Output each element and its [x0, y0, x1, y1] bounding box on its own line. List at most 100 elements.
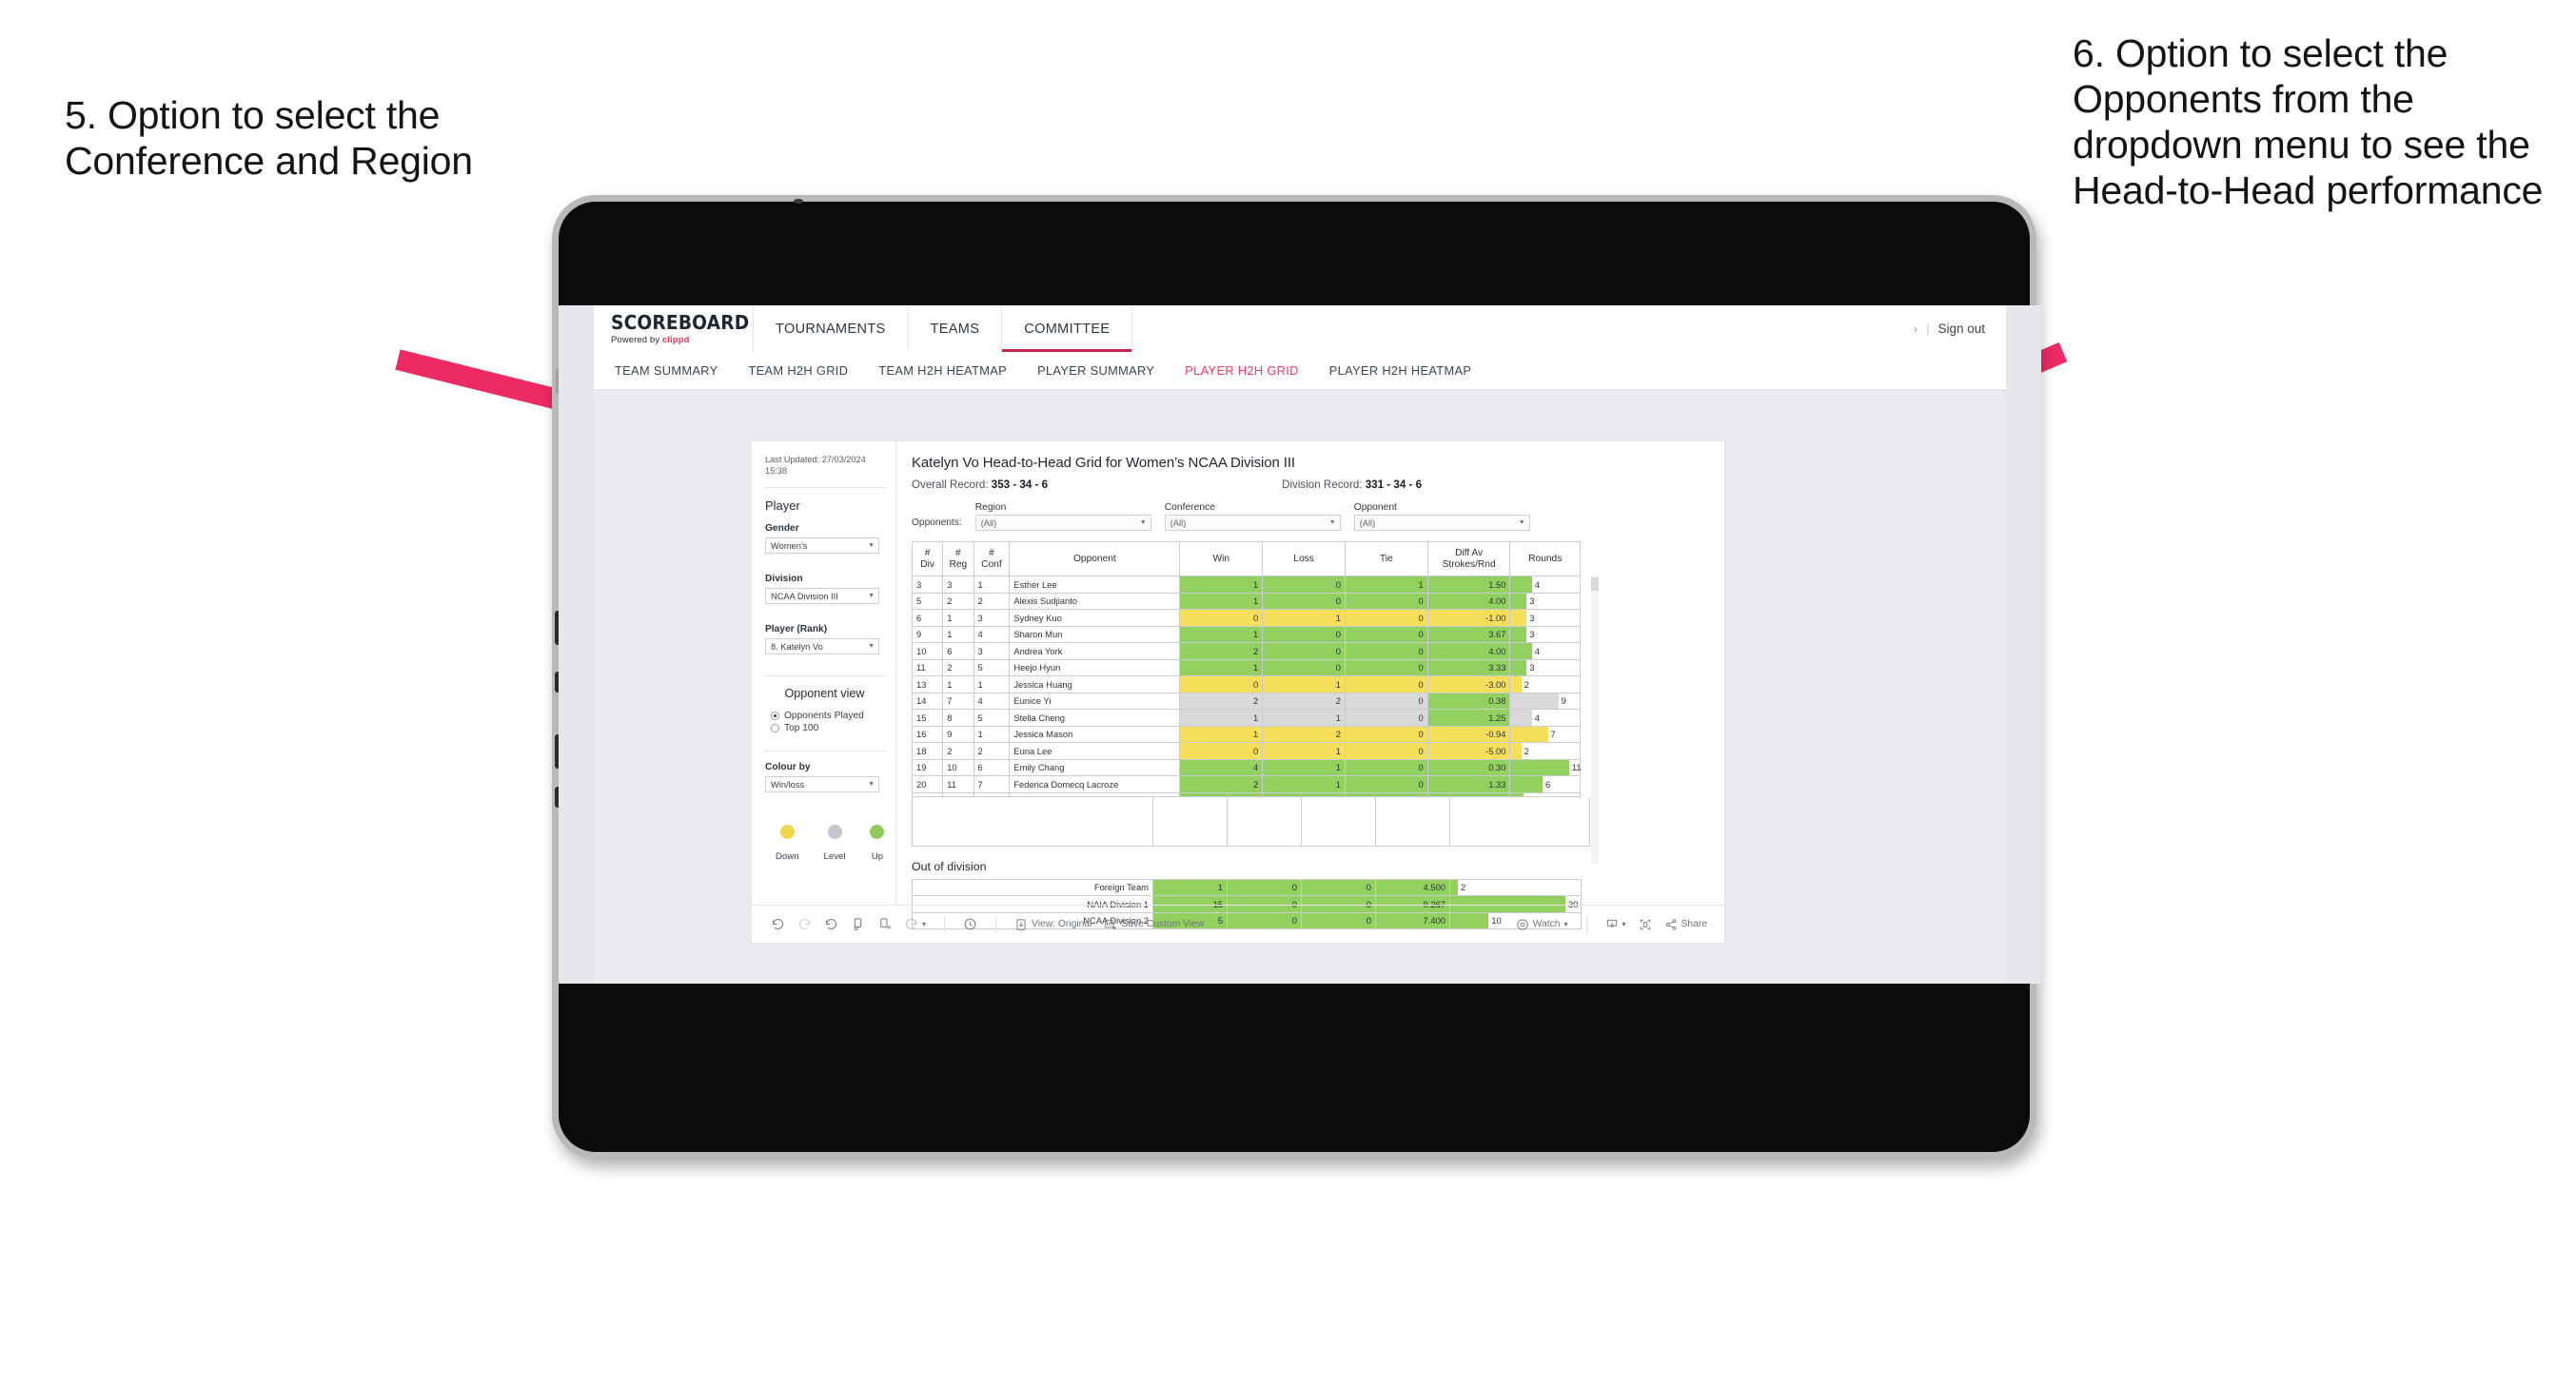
region-select[interactable]: (All) ▼: [974, 515, 1151, 531]
table-cell: Esther Lee: [1009, 576, 1181, 594]
table-cell: 5: [973, 658, 1011, 676]
out-of-division-row[interactable]: Foreign Team 1 0 0 4.500 2: [912, 878, 1582, 896]
table-cell: 1: [1262, 742, 1346, 760]
opponent-select[interactable]: (All) ▼: [1353, 515, 1530, 531]
chevron-down-icon: ▼: [868, 542, 875, 549]
division-record-label: Division Record:: [1282, 478, 1363, 491]
legend-label-down: Down: [776, 851, 799, 862]
tab-player-summary[interactable]: PLAYER SUMMARY: [1037, 363, 1154, 378]
column-header[interactable]: Diff Av Strokes/Rnd: [1426, 541, 1511, 576]
table-cell: -3.00: [1426, 675, 1511, 693]
table-cell: 0: [1262, 658, 1346, 676]
divider: [765, 487, 886, 488]
share-button[interactable]: Share: [1664, 918, 1707, 931]
table-cell: 1: [1262, 675, 1346, 693]
legend-item-up: Up: [870, 825, 885, 862]
table-row[interactable]: 15 8 5 Stella Cheng 1 1 0 1.25 4: [911, 709, 1581, 727]
sign-out-link[interactable]: Sign out: [1937, 322, 1985, 336]
sub-nav: TEAM SUMMARY TEAM H2H GRID TEAM H2H HEAT…: [594, 352, 2006, 390]
legend-swatch-level: [827, 825, 842, 839]
view-original-button[interactable]: View: Original: [1014, 918, 1091, 931]
top-nav-committee[interactable]: COMMITTEE: [1002, 305, 1133, 352]
column-header[interactable]: Loss: [1262, 541, 1346, 576]
revert-button[interactable]: [824, 917, 838, 931]
undo-button[interactable]: [771, 917, 785, 931]
table-row[interactable]: 14 7 4 Eunice Yi 2 2 0 0.38 9: [911, 692, 1581, 710]
table-row[interactable]: 11 2 5 Heejo Hyun 1 0 0 3.33 3: [911, 658, 1581, 676]
table-cell: 4: [1179, 758, 1264, 776]
table-cell: 9: [911, 625, 944, 643]
table-row[interactable]: 20 11 7 Federica Domecq Lacroze 2 1 0 1.33 6: [911, 775, 1581, 793]
legend-item-down: Down: [776, 825, 799, 862]
radio-top-100[interactable]: Top 100: [771, 723, 895, 733]
table-row[interactable]: 6 1 3 Sydney Kuo 0 1 0 -1.00 3: [911, 609, 1581, 627]
gender-value: Women’s: [771, 540, 808, 551]
table-cell: 3: [911, 576, 944, 594]
footer-cell: [1153, 796, 1228, 846]
table-cell: 0: [1344, 709, 1428, 727]
app-logo[interactable]: SCOREBOARD Powered by clippd: [594, 305, 754, 352]
table-cell: 1.25: [1426, 709, 1511, 727]
column-header[interactable]: # Div: [911, 541, 944, 576]
column-header[interactable]: Opponent: [1009, 541, 1181, 576]
column-header[interactable]: Win: [1179, 541, 1264, 576]
table-row[interactable]: 10 6 3 Andrea York 2 0 0 4.00 4: [911, 642, 1581, 660]
table-cell: -1.00: [1426, 609, 1511, 627]
table-row[interactable]: 9 1 4 Sharon Mun 1 0 0 3.67 3: [911, 625, 1581, 643]
watch-button[interactable]: Watch ▾: [1516, 918, 1568, 931]
pause-auto-updates-button[interactable]: [963, 917, 977, 931]
table-scrollbar-track[interactable]: [1591, 576, 1599, 864]
table-cell: Jessica Mason: [1009, 725, 1181, 743]
chevron-down-icon: ▼: [1139, 519, 1147, 526]
table-cell: 13: [911, 675, 944, 693]
table-cell: 0: [1301, 878, 1376, 896]
tab-team-h2h-heatmap[interactable]: TEAM H2H HEATMAP: [878, 363, 1007, 378]
view-original-label: View: Original: [1032, 919, 1092, 929]
save-custom-view-button[interactable]: Save Custom View: [1104, 918, 1204, 931]
table-row[interactable]: 5 2 2 Alexis Sudjianto 1 0 0 4.00 3: [911, 592, 1581, 610]
colour-by-select[interactable]: Win/loss ▼: [765, 776, 879, 792]
table-row[interactable]: 3 3 1 Esther Lee 1 0 1 1.50 4: [911, 576, 1581, 594]
gender-select[interactable]: Women’s ▼: [765, 537, 879, 554]
tab-team-h2h-grid[interactable]: TEAM H2H GRID: [748, 363, 848, 378]
radio-opponents-played[interactable]: Opponents Played: [771, 711, 895, 721]
table-cell: 1: [1344, 576, 1428, 594]
chevron-right-icon[interactable]: ›: [1914, 322, 1917, 336]
rounds-bar-cell: 3: [1509, 592, 1581, 610]
table-cell: 4.00: [1426, 592, 1511, 610]
tab-player-h2h-grid[interactable]: PLAYER H2H GRID: [1185, 363, 1299, 378]
table-cell: 4: [973, 692, 1011, 710]
column-header[interactable]: # Reg: [942, 541, 974, 576]
table-row[interactable]: 19 10 6 Emily Chang 4 1 0 0.30 11: [911, 758, 1582, 776]
fullscreen-button[interactable]: [1639, 918, 1652, 931]
redo-button[interactable]: [797, 917, 812, 931]
tab-player-h2h-heatmap[interactable]: PLAYER H2H HEATMAP: [1329, 363, 1471, 378]
column-header[interactable]: # Conf: [973, 541, 1011, 576]
refresh-data-button[interactable]: [851, 917, 865, 931]
download-button[interactable]: ▾: [1605, 918, 1626, 931]
player-rank-value: 8. Katelyn Vo: [771, 641, 823, 652]
column-header[interactable]: Tie: [1344, 541, 1428, 576]
table-cell: 4.500: [1375, 878, 1450, 896]
table-cell: 0.38: [1426, 692, 1511, 710]
column-header[interactable]: Rounds: [1509, 541, 1581, 576]
player-rank-select[interactable]: 8. Katelyn Vo ▼: [765, 638, 879, 654]
conference-select[interactable]: (All) ▼: [1164, 515, 1341, 531]
tab-team-summary[interactable]: TEAM SUMMARY: [615, 363, 718, 378]
table-cell: Stella Cheng: [1009, 709, 1181, 727]
top-nav-teams[interactable]: TEAMS: [909, 305, 1003, 352]
table-scrollbar-thumb[interactable]: [1591, 577, 1599, 591]
table-row[interactable]: 16 9 1 Jessica Mason 1 2 0 -0.94 7: [911, 725, 1581, 743]
reset-button[interactable]: ▾: [904, 917, 926, 931]
logo-tagline-prefix: Powered by: [611, 334, 662, 345]
table-cell: 1: [1179, 592, 1264, 610]
table-row[interactable]: 18 2 2 Euna Lee 0 1 0 -5.00 2: [911, 742, 1581, 760]
table-cell: -0.94: [1426, 725, 1511, 743]
table-row[interactable]: 13 1 1 Jessica Huang 0 1 0 -3.00 2: [911, 675, 1581, 693]
table-cell: 1.33: [1426, 775, 1511, 793]
filter-opponent: Opponent (All) ▼: [1353, 502, 1530, 531]
top-nav-tournaments[interactable]: TOURNAMENTS: [754, 305, 909, 352]
pause-data-button[interactable]: [877, 917, 892, 931]
table-cell: 0: [1344, 658, 1428, 676]
division-select[interactable]: NCAA Division III ▼: [765, 588, 879, 604]
